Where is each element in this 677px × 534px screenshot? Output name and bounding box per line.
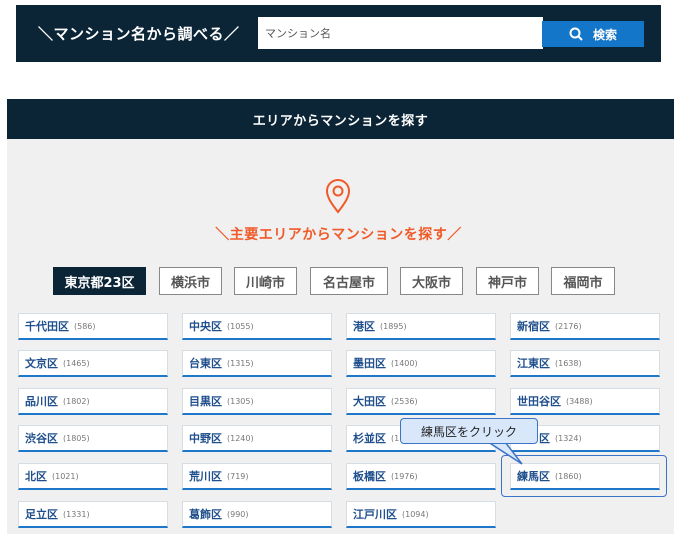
ward-count: (719) xyxy=(227,471,249,481)
tab-yokohama[interactable]: 横浜市 xyxy=(159,267,222,295)
ward-link-bunkyo[interactable]: 文京区 (1465) xyxy=(18,350,168,377)
tab-nagoya[interactable]: 名古屋市 xyxy=(310,267,388,295)
tab-fukuoka[interactable]: 福岡市 xyxy=(551,267,615,295)
ward-link-shinagawa[interactable]: 品川区 (1802) xyxy=(18,388,168,415)
ward-link-kita[interactable]: 北区 (1021) xyxy=(18,463,168,490)
mansion-name-input[interactable] xyxy=(258,17,543,49)
ward-count: (1305) xyxy=(227,396,254,406)
ward-link-itabashi[interactable]: 板橋区 (1976) xyxy=(346,463,496,490)
magnifier-icon xyxy=(569,27,583,41)
ward-count: (1331) xyxy=(63,509,90,519)
ward-count: (990) xyxy=(227,509,249,519)
ward-count: (1315) xyxy=(227,358,254,368)
ward-link-nakano[interactable]: 中野区 (1240) xyxy=(182,425,332,452)
ward-link-chuo[interactable]: 中央区 (1055) xyxy=(182,313,332,340)
ward-name: 区 xyxy=(539,432,550,445)
ward-name: 渋谷区 xyxy=(25,432,58,445)
ward-count: (2176) xyxy=(555,321,582,331)
tab-kawasaki[interactable]: 川崎市 xyxy=(234,267,297,295)
ward-count: (1 xyxy=(391,433,400,443)
ward-name: 足立区 xyxy=(25,508,58,521)
ward-count: (1638) xyxy=(555,358,582,368)
ward-link-arakawa[interactable]: 荒川区 (719) xyxy=(182,463,332,490)
ward-count: (586) xyxy=(74,321,96,331)
ward-link-edogawa[interactable]: 江戸川区 (1094) xyxy=(346,501,496,528)
ward-count: (1240) xyxy=(227,433,254,443)
tab-tokyo-23-wards[interactable]: 東京都23区 xyxy=(53,267,146,295)
ward-name: 北区 xyxy=(25,470,47,483)
ward-count: (1895) xyxy=(380,321,407,331)
ward-link-sumida[interactable]: 墨田区 (1400) xyxy=(346,350,496,377)
ward-name: 中央区 xyxy=(189,320,222,333)
ward-link-katsushika[interactable]: 葛飾区 (990) xyxy=(182,501,332,528)
ward-name: 墨田区 xyxy=(353,357,386,370)
ward-name: 板橋区 xyxy=(353,470,386,483)
search-button-label: 検索 xyxy=(592,27,617,42)
ward-count: (1324) xyxy=(555,433,582,443)
ward-name: 文京区 xyxy=(25,357,58,370)
ward-link-koto[interactable]: 江東区 (1638) xyxy=(510,350,660,377)
search-button[interactable]: 検索 xyxy=(542,21,644,47)
ward-name: 江戸川区 xyxy=(353,508,397,521)
ward-link-adachi[interactable]: 足立区 (1331) xyxy=(18,501,168,528)
ward-count: (1465) xyxy=(63,358,90,368)
ward-count: (1094) xyxy=(402,509,429,519)
ward-name: 大田区 xyxy=(353,395,386,408)
ward-link-setagaya[interactable]: 世田谷区 (3488) xyxy=(510,388,660,415)
ward-name: 中野区 xyxy=(189,432,222,445)
ward-name: 葛飾区 xyxy=(189,508,222,521)
tab-kobe[interactable]: 神戸市 xyxy=(476,267,539,295)
ward-count: (1400) xyxy=(391,358,418,368)
ward-name: 目黒区 xyxy=(189,395,222,408)
ward-count: (1055) xyxy=(227,321,254,331)
ward-name: 荒川区 xyxy=(189,470,222,483)
main-area-subheading: ＼主要エリアからマンションを探す／ xyxy=(215,227,462,243)
ward-name: 千代田区 xyxy=(25,320,69,333)
ward-link-minato[interactable]: 港区 (1895) xyxy=(346,313,496,340)
ward-link-chiyoda[interactable]: 千代田区 (586) xyxy=(18,313,168,340)
ward-count: (1805) xyxy=(63,433,90,443)
ward-link-ota[interactable]: 大田区 (2536) xyxy=(346,388,496,415)
ward-link-taito[interactable]: 台東区 (1315) xyxy=(182,350,332,377)
ward-count: (1976) xyxy=(391,471,418,481)
ward-name: 杉並区 xyxy=(353,432,386,445)
ward-name: 新宿区 xyxy=(517,320,550,333)
ward-name: 世田谷区 xyxy=(517,395,561,408)
ward-count: (1021) xyxy=(52,471,79,481)
ward-link-shinjuku[interactable]: 新宿区 (2176) xyxy=(510,313,660,340)
ward-name: 江東区 xyxy=(517,357,550,370)
ward-link-shibuya[interactable]: 渋谷区 (1805) xyxy=(18,425,168,452)
map-pin-icon xyxy=(325,179,351,214)
click-instruction-callout: 練馬区をクリック xyxy=(400,418,538,444)
search-title: ＼マンション名から調べる／ xyxy=(38,25,240,43)
ward-count: (3488) xyxy=(566,396,593,406)
ward-count: (1802) xyxy=(63,396,90,406)
tab-osaka[interactable]: 大阪市 xyxy=(400,267,463,295)
area-section-header: エリアからマンションを探す xyxy=(7,99,674,139)
ward-link-meguro[interactable]: 目黒区 (1305) xyxy=(182,388,332,415)
ward-name: 港区 xyxy=(353,320,375,333)
ward-count: (2536) xyxy=(391,396,418,406)
ward-name: 品川区 xyxy=(25,395,58,408)
mansion-search-bar: ＼マンション名から調べる／ 検索 xyxy=(16,5,661,62)
ward-name: 台東区 xyxy=(189,357,222,370)
